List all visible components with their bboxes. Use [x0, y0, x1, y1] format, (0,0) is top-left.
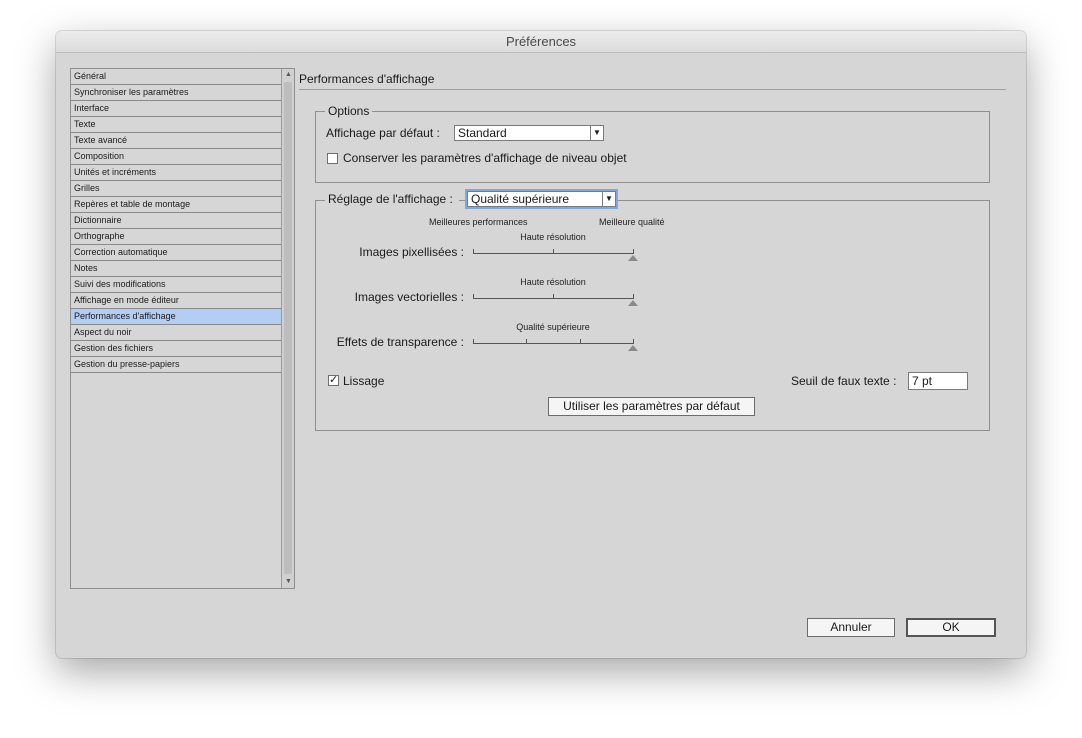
- adjust-view-select[interactable]: Qualité supérieure ▼: [467, 191, 616, 207]
- smoothing-label: Lissage: [343, 374, 385, 388]
- scroll-up-icon[interactable]: ▲: [284, 70, 293, 80]
- options-legend: Options: [325, 104, 373, 118]
- scroll-thumb[interactable]: [284, 82, 292, 574]
- scroll-down-icon[interactable]: ▼: [284, 577, 293, 587]
- adjust-view-legend: Réglage de l'affichage :: [325, 192, 459, 206]
- category-item[interactable]: Notes: [71, 261, 281, 277]
- slider-value-label: Haute résolution: [520, 277, 586, 287]
- slider-label: Effets de transparence :: [336, 335, 464, 349]
- slider-tick: [553, 249, 554, 254]
- slider-track[interactable]: [473, 343, 633, 344]
- slider-label: Images vectorielles :: [354, 290, 464, 304]
- category-items: Général Synchroniser les paramètres Interf…: [71, 69, 281, 373]
- preferences-dialog: Préférences Général Synchroniser les para…: [56, 31, 1026, 658]
- preserve-object-view-label: Conserver les paramètres d'affichage de …: [343, 151, 627, 165]
- category-item[interactable]: Gestion du presse-papiers: [71, 357, 281, 373]
- category-item[interactable]: Suivi des modifications: [71, 277, 281, 293]
- scale-right-label: Meilleure qualité: [599, 217, 665, 227]
- default-view-value: Standard: [458, 126, 507, 140]
- scale-left-label: Meilleures performances: [429, 217, 528, 227]
- preserve-object-view-checkbox[interactable]: [327, 153, 338, 164]
- slider-tick: [580, 339, 581, 344]
- slider-tick: [473, 249, 474, 254]
- options-group: [315, 111, 990, 183]
- slider-value-label: Qualité supérieure: [516, 322, 590, 332]
- category-item[interactable]: Synchroniser les paramètres: [71, 85, 281, 101]
- category-list: Général Synchroniser les paramètres Interf…: [70, 68, 295, 589]
- category-item[interactable]: Orthographe: [71, 229, 281, 245]
- slider-tick: [633, 294, 634, 299]
- category-item[interactable]: Repères et table de montage: [71, 197, 281, 213]
- category-item[interactable]: Unités et incréments: [71, 165, 281, 181]
- ok-button[interactable]: OK: [906, 618, 996, 637]
- window-title: Préférences: [56, 31, 1026, 53]
- slider-thumb[interactable]: [628, 255, 638, 261]
- dropdown-arrow-icon: ▼: [602, 192, 615, 206]
- default-view-select[interactable]: Standard ▼: [454, 125, 604, 141]
- category-item[interactable]: Aspect du noir: [71, 325, 281, 341]
- slider-tick: [526, 339, 527, 344]
- default-view-label: Affichage par défaut :: [326, 126, 440, 140]
- panel-title: Performances d'affichage: [299, 72, 435, 86]
- category-item[interactable]: Texte avancé: [71, 133, 281, 149]
- slider-tick: [553, 294, 554, 299]
- dropdown-arrow-icon: ▼: [590, 126, 603, 140]
- slider-tick: [633, 339, 634, 344]
- slider-tick: [473, 294, 474, 299]
- category-item[interactable]: Performances d'affichage: [71, 309, 281, 325]
- slider-thumb[interactable]: [628, 300, 638, 306]
- checkmark-icon: ✓: [329, 374, 339, 386]
- category-item[interactable]: Général: [71, 69, 281, 85]
- cancel-button[interactable]: Annuler: [807, 618, 895, 637]
- slider-tick: [473, 339, 474, 344]
- category-item[interactable]: Grilles: [71, 181, 281, 197]
- greek-threshold-label: Seuil de faux texte :: [791, 374, 897, 388]
- category-item[interactable]: Composition: [71, 149, 281, 165]
- category-scrollbar[interactable]: ▲ ▼: [281, 69, 294, 588]
- slider-tick: [633, 249, 634, 254]
- slider-thumb[interactable]: [628, 345, 638, 351]
- greek-threshold-input[interactable]: 7 pt: [908, 372, 968, 390]
- category-item[interactable]: Affichage en mode éditeur: [71, 293, 281, 309]
- category-item[interactable]: Dictionnaire: [71, 213, 281, 229]
- category-item[interactable]: Interface: [71, 101, 281, 117]
- slider-value-label: Haute résolution: [520, 232, 586, 242]
- slider-label: Images pixellisées :: [359, 245, 464, 259]
- smoothing-checkbox[interactable]: ✓: [328, 375, 339, 386]
- category-item[interactable]: Correction automatique: [71, 245, 281, 261]
- panel-divider: [299, 89, 1006, 90]
- adjust-view-value: Qualité supérieure: [471, 192, 570, 206]
- category-item[interactable]: Gestion des fichiers: [71, 341, 281, 357]
- category-item[interactable]: Texte: [71, 117, 281, 133]
- use-defaults-button[interactable]: Utiliser les paramètres par défaut: [548, 397, 755, 416]
